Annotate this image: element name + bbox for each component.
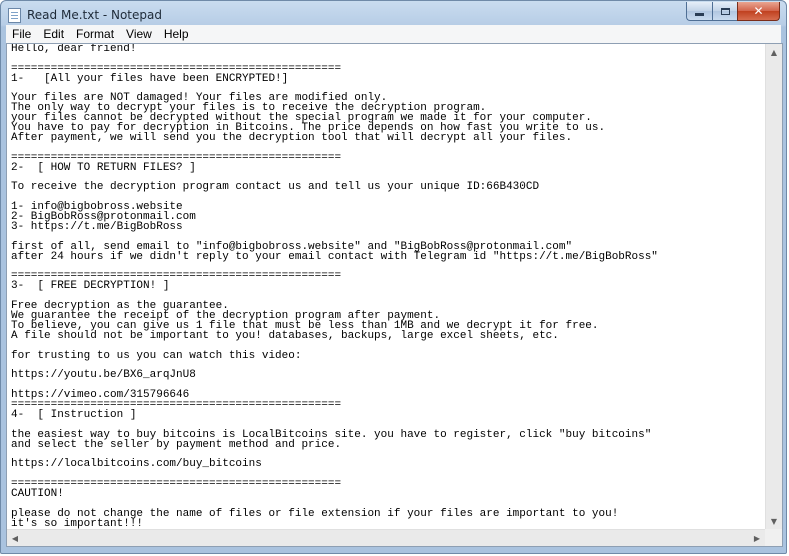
text-line: it's so important!!! xyxy=(11,517,144,529)
chevron-right-icon[interactable]: ▶ xyxy=(749,530,765,546)
menu-edit[interactable]: Edit xyxy=(37,25,70,43)
menu-view[interactable]: View xyxy=(120,25,158,43)
menu-bar: File Edit Format View Help xyxy=(6,25,781,44)
scrollbar-corner xyxy=(765,529,782,546)
text-line: https://youtu.be/BX6_arqJnU8 xyxy=(11,369,196,382)
text-line: 2- [ HOW TO RETURN FILES? ] xyxy=(11,161,196,174)
text-line: 3- [ FREE DECRYPTION! ] xyxy=(11,280,170,293)
text-line: CAUTION! xyxy=(11,488,64,501)
text-line: and select the seller by payment method … xyxy=(11,438,342,451)
text-line: Hello, dear friend! xyxy=(11,44,137,55)
document-text[interactable]: Hello, dear friend! =====================… xyxy=(7,44,765,529)
caption-buttons: ✕ xyxy=(686,2,780,21)
maximize-icon xyxy=(720,7,730,15)
text-line: After payment, we will send you the decr… xyxy=(11,132,573,145)
chevron-up-icon[interactable]: ▲ xyxy=(766,44,782,60)
minimize-button[interactable] xyxy=(686,2,712,21)
close-button[interactable]: ✕ xyxy=(737,2,780,21)
text-line: https://localbitcoins.com/buy_bitcoins xyxy=(11,458,262,471)
text-line: after 24 hours if we didn't reply to you… xyxy=(11,250,658,263)
menu-file[interactable]: File xyxy=(6,25,37,43)
notepad-window: Read Me.txt - Notepad ✕ File Edit Format… xyxy=(0,0,787,554)
text-line: 3- https://t.me/BigBobRoss xyxy=(11,221,183,234)
close-icon: ✕ xyxy=(753,4,764,18)
menu-help[interactable]: Help xyxy=(158,25,195,43)
text-line: 1- [All your files have been ENCRYPTED!] xyxy=(11,72,289,85)
text-line: for trusting to us you can watch this vi… xyxy=(11,349,302,362)
minimize-icon xyxy=(695,12,704,16)
notepad-icon[interactable] xyxy=(8,8,21,23)
text-line: To receive the decryption program contac… xyxy=(11,181,540,194)
chevron-down-icon[interactable]: ▼ xyxy=(766,513,782,529)
window-title: Read Me.txt - Notepad xyxy=(27,8,162,22)
horizontal-scrollbar[interactable]: ◀ ▶ xyxy=(7,529,765,546)
text-line: ========================================… xyxy=(11,478,342,491)
vertical-scrollbar[interactable]: ▲ ▼ xyxy=(765,44,782,529)
menu-format[interactable]: Format xyxy=(70,25,120,43)
text-line: 4- [ Instruction ] xyxy=(11,408,137,421)
chevron-left-icon[interactable]: ◀ xyxy=(7,530,23,546)
text-line: A file should not be important to you! d… xyxy=(11,329,559,342)
maximize-button[interactable] xyxy=(712,2,737,21)
text-editor[interactable]: Hello, dear friend! =====================… xyxy=(6,43,783,547)
